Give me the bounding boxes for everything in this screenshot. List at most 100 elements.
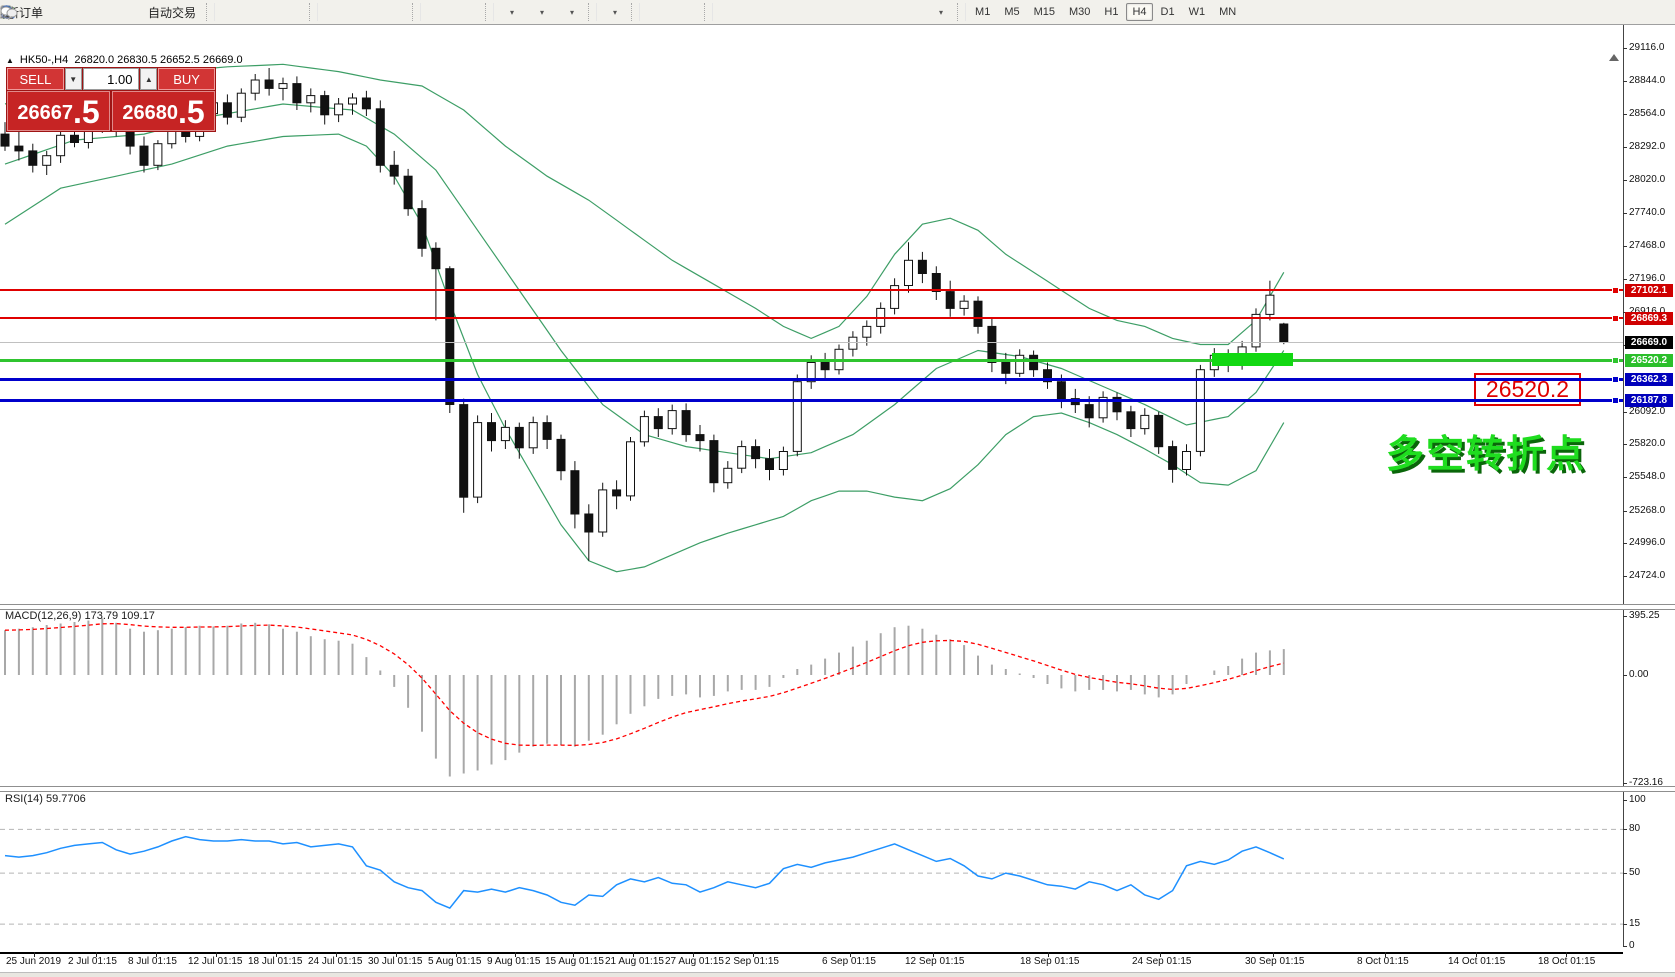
time-axis-tick — [34, 952, 35, 957]
horizontal-line-object[interactable] — [0, 399, 1623, 402]
buy-price[interactable]: 26680.5 — [112, 91, 215, 131]
hline-anchor-marker[interactable] — [1612, 315, 1619, 322]
price-axis-label: 27740.0 — [1629, 207, 1665, 218]
tile-windows-button[interactable] — [381, 1, 409, 23]
autotrading-button[interactable]: 自动交易 — [142, 1, 203, 23]
timeframe-m5-button[interactable]: M5 — [998, 3, 1025, 21]
text-button[interactable]: A — [866, 1, 894, 23]
fibonacci-button[interactable]: F — [836, 1, 864, 23]
timeframe-m15-button[interactable]: M15 — [1028, 3, 1061, 21]
time-axis-label: 9 Aug 01:15 — [487, 956, 540, 967]
horizontal-line-object[interactable] — [0, 289, 1623, 291]
price-axis-tick — [1623, 180, 1627, 181]
sell-price[interactable]: 26667.5 — [7, 91, 110, 131]
timeframe-toolbar: M1M5M15M30H1H4D1W1MN — [968, 3, 1243, 21]
periods-button[interactable]: ▾ — [527, 1, 555, 23]
timeframe-h4-button[interactable]: H4 — [1126, 3, 1152, 21]
hline-anchor-marker[interactable] — [1612, 357, 1619, 364]
price-axis-tick — [1623, 412, 1627, 413]
timeframe-m30-button[interactable]: M30 — [1063, 3, 1096, 21]
time-axis-tick — [1160, 952, 1161, 957]
price-axis-label: 25820.0 — [1629, 438, 1665, 449]
macd-axis-label: 0.00 — [1629, 669, 1648, 680]
rsi-label: RSI(14) 59.7706 — [5, 793, 86, 805]
rsi-axis-tick — [1623, 873, 1627, 874]
price-axis-label: 27468.0 — [1629, 240, 1665, 251]
horizontal-line-object[interactable] — [0, 359, 1623, 362]
time-axis-label: 8 Jul 01:15 — [128, 956, 177, 967]
hline-anchor-marker[interactable] — [1612, 287, 1619, 294]
zoom-out-button[interactable] — [351, 1, 379, 23]
timeframe-h1-button[interactable]: H1 — [1098, 3, 1124, 21]
sell-button[interactable]: SELL — [7, 68, 64, 90]
macd-axis-label: 395.25 — [1629, 610, 1660, 621]
macd-canvas[interactable] — [0, 608, 1623, 786]
time-axis-tick — [1476, 952, 1477, 957]
signal-button[interactable] — [112, 1, 140, 23]
time-axis-tick — [216, 952, 217, 957]
chevron-down-icon: ▾ — [510, 8, 514, 17]
new-chart-button[interactable]: ▾ — [497, 1, 525, 23]
text-label-button[interactable]: T — [896, 1, 924, 23]
cursor-button[interactable] — [643, 1, 671, 23]
horizontal-line-button[interactable] — [746, 1, 774, 23]
macd-axis-tick — [1623, 675, 1627, 676]
time-axis-label: 14 Oct 01:15 — [1448, 956, 1505, 967]
hline-anchor-marker[interactable] — [1612, 376, 1619, 383]
turning-point-annotation[interactable]: 多空转折点 — [1386, 423, 1586, 478]
time-axis-label: 24 Sep 01:15 — [1132, 956, 1192, 967]
window-bottom-strip — [0, 972, 1675, 977]
equidistant-channel-button[interactable]: E — [806, 1, 834, 23]
trendline-button[interactable] — [776, 1, 804, 23]
market-watch-button[interactable] — [52, 1, 80, 23]
bar-chart-button[interactable] — [218, 1, 246, 23]
timeframe-m1-button[interactable]: M1 — [969, 3, 996, 21]
price-axis-tick — [1623, 48, 1627, 49]
buy-button[interactable]: BUY — [158, 68, 215, 90]
auto-scroll-button[interactable] — [424, 1, 452, 23]
rsi-axis-label: 0 — [1629, 940, 1635, 951]
templates-button[interactable]: ▾ — [557, 1, 585, 23]
price-axis-tick — [1623, 444, 1627, 445]
price-axis-tick — [1623, 246, 1627, 247]
chart-shift-marker — [1609, 54, 1619, 61]
time-axis-label: 25 Jun 2019 — [6, 956, 61, 967]
timeframe-w1-button[interactable]: W1 — [1183, 3, 1212, 21]
time-axis-tick — [633, 952, 634, 957]
shapes-button[interactable]: ▾ — [926, 1, 954, 23]
price-tag: 26187.8 — [1625, 394, 1673, 407]
macd-axis-tick — [1623, 616, 1627, 617]
horizontal-line-object[interactable] — [0, 317, 1623, 319]
time-axis-tick — [396, 952, 397, 957]
search-button[interactable] — [1608, 1, 1636, 23]
time-axis-label: 18 Sep 01:15 — [1020, 956, 1080, 967]
timeframe-d1-button[interactable]: D1 — [1155, 3, 1181, 21]
chart-shift-button[interactable] — [454, 1, 482, 23]
time-axis-tick — [156, 952, 157, 957]
price-tag: 26362.3 — [1625, 373, 1673, 386]
toolbar-separator — [631, 3, 640, 21]
hline-anchor-marker[interactable] — [1612, 397, 1619, 404]
highlight-rectangle-object[interactable] — [1212, 353, 1293, 366]
rsi-canvas[interactable] — [0, 790, 1623, 952]
rsi-axis-label: 80 — [1629, 823, 1640, 834]
price-axis-label: 29116.0 — [1629, 42, 1664, 53]
volume-decrease-button[interactable]: ▼ — [65, 68, 82, 90]
volume-increase-button[interactable]: ▲ — [140, 68, 157, 90]
timeframe-mn-button[interactable]: MN — [1213, 3, 1242, 21]
volume-input[interactable]: 1.00 — [83, 68, 140, 90]
indicators-button[interactable]: ▾ — [600, 1, 628, 23]
crosshair-button[interactable] — [673, 1, 701, 23]
candlestick-chart-button[interactable] — [248, 1, 276, 23]
collapse-triangle-icon[interactable]: ▲ — [6, 56, 14, 65]
price-axis-label: 26092.0 — [1629, 406, 1665, 417]
line-chart-button[interactable] — [278, 1, 306, 23]
chart-window[interactable]: 27102.126869.326669.026520.226362.326187… — [0, 25, 1675, 951]
horizontal-line-object[interactable] — [0, 342, 1623, 343]
navigator-button[interactable] — [82, 1, 110, 23]
horizontal-line-object[interactable] — [0, 378, 1623, 381]
chat-button[interactable] — [1638, 1, 1666, 23]
main-chart-canvas[interactable] — [0, 25, 1623, 581]
zoom-in-button[interactable] — [321, 1, 349, 23]
vertical-line-button[interactable] — [716, 1, 744, 23]
